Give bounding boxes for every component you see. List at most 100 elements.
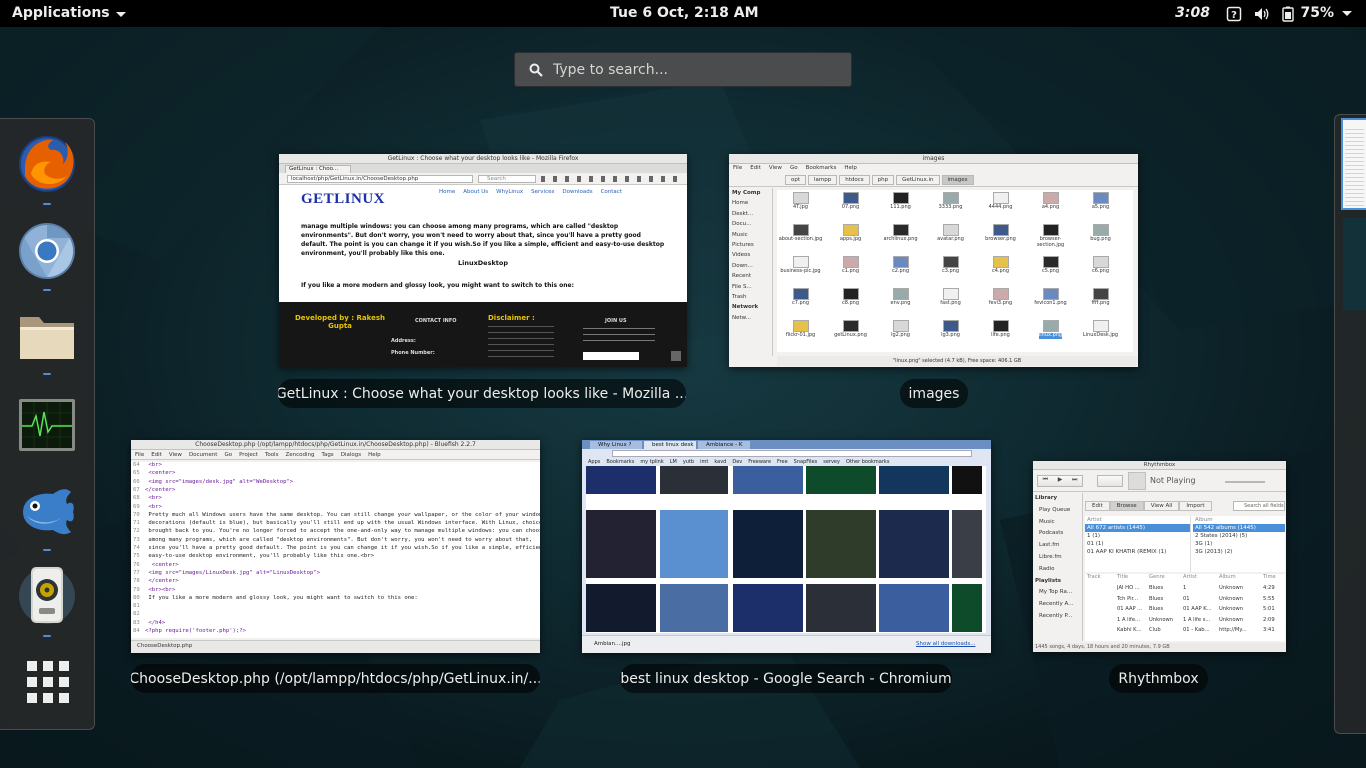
track-column-header[interactable]: Artist	[1183, 574, 1197, 580]
search-result-thumbnail[interactable]	[806, 584, 876, 632]
url-bar[interactable]: localhost/php/GetLinux.in/ChooseDesktop.…	[287, 175, 473, 183]
next-icon[interactable]: ⏭	[1067, 476, 1082, 486]
tab-view-all[interactable]: View All	[1143, 501, 1180, 511]
track-cell[interactable]: Kabhi K...	[1117, 627, 1142, 633]
path-segment[interactable]: htdocs	[839, 175, 870, 185]
sidebar-item[interactable]: Deskt...	[732, 209, 772, 219]
file-item[interactable]: browser.png	[977, 222, 1024, 254]
search-result-thumbnail[interactable]	[952, 510, 982, 578]
track-column-header[interactable]: Track	[1087, 574, 1101, 580]
file-item[interactable]: 07.png	[827, 190, 874, 222]
album-pane[interactable]: Album All 542 albums (1445) 2 States (20…	[1193, 516, 1285, 572]
file-item[interactable]: 3333.png	[927, 190, 974, 222]
search-input[interactable]	[553, 59, 843, 81]
artist-row[interactable]: 01 AAP KI KHATIR (REMIX (1)	[1085, 548, 1190, 556]
search-result-thumbnail[interactable]	[879, 466, 949, 494]
window-caption-rhythmbox[interactable]: Rhythmbox	[1109, 664, 1208, 693]
path-segment[interactable]: opt	[785, 175, 807, 185]
menu-item[interactable]: File	[135, 450, 144, 459]
track-cell[interactable]: Unknown	[1219, 596, 1243, 602]
repeat-shuffle-controls[interactable]	[1097, 475, 1123, 487]
search-result-thumbnail[interactable]	[586, 510, 656, 578]
window-caption-bluefish[interactable]: ChooseDesktop.php (/opt/lampp/htdocs/php…	[131, 664, 540, 693]
file-item[interactable]: c2.png	[877, 254, 924, 286]
sidebar-item[interactable]: File S...	[732, 282, 772, 292]
play-icon[interactable]: ▶	[1053, 476, 1068, 486]
sidebar-item[interactable]: Music	[732, 230, 772, 240]
search-result-thumbnail[interactable]	[806, 466, 876, 494]
file-item[interactable]: flickr-01.jpg	[777, 318, 824, 350]
sidebar-item[interactable]: Music	[1035, 517, 1082, 529]
sidebar-item[interactable]: Down...	[732, 261, 772, 271]
track-cell[interactable]: Tch Pir...	[1117, 596, 1138, 602]
browser-search-field[interactable]: Search	[478, 175, 536, 183]
search-result-thumbnail[interactable]	[586, 466, 656, 494]
menu-item[interactable]: Dialogs	[341, 450, 361, 459]
track-cell[interactable]: Blues	[1149, 596, 1163, 602]
sidebar-item[interactable]: Home	[732, 198, 772, 208]
bookmark-item[interactable]: yutb	[683, 458, 694, 466]
file-item[interactable]: fast.png	[927, 286, 974, 318]
path-segment[interactable]: php	[871, 175, 895, 185]
menu-item[interactable]: Zencoding	[285, 450, 314, 459]
window-caption-firefox[interactable]: GetLinux : Choose what your desktop look…	[278, 379, 686, 408]
search-result-thumbnail[interactable]	[733, 466, 803, 494]
file-item[interactable]: c7.png	[777, 286, 824, 318]
bookmark-item[interactable]: Bookmarks	[606, 458, 634, 466]
file-item[interactable]: lg2.png	[877, 318, 924, 350]
menu-item[interactable]: Go	[790, 164, 798, 173]
site-nav-item[interactable]: Home	[439, 189, 455, 195]
search-result-thumbnail[interactable]	[733, 510, 803, 578]
file-item[interactable]: c1.png	[827, 254, 874, 286]
file-item[interactable]: business-pic.jpg	[777, 254, 824, 286]
window-caption-chromium[interactable]: best linux desktop - Google Search - Chr…	[620, 664, 952, 693]
browser-tab[interactable]: GetLinux : Choo...	[285, 165, 351, 173]
file-item[interactable]: getLinux.png	[827, 318, 874, 350]
dash-system-monitor[interactable]	[14, 392, 80, 458]
bookmark-item[interactable]: my tplink	[640, 458, 663, 466]
bookmark-item[interactable]: LM	[670, 458, 677, 466]
previous-icon[interactable]: ⏮	[1038, 476, 1053, 486]
menu-item[interactable]: Go	[224, 450, 232, 459]
window-rhythmbox[interactable]: Rhythmbox ⏮ ▶ ⏭ Not Playing Library Play…	[1033, 461, 1286, 652]
track-column-header[interactable]: Genre	[1149, 574, 1165, 580]
clock[interactable]: Tue 6 Oct, 2:18 AM	[610, 5, 759, 21]
bookmark-item[interactable]: imt	[700, 458, 708, 466]
tab-import[interactable]: Import	[1179, 501, 1212, 511]
track-cell[interactable]: Club	[1149, 627, 1161, 633]
seek-bar[interactable]	[1225, 481, 1265, 483]
track-cell[interactable]: 1 A life...	[1117, 617, 1140, 623]
site-nav-item[interactable]: Contact	[601, 189, 622, 195]
sidebar-item[interactable]: Trash	[732, 292, 772, 302]
artist-row[interactable]: 1 (1)	[1085, 532, 1190, 540]
sidebar-item[interactable]: My Top Ra...	[1035, 587, 1082, 599]
show-all-downloads-link[interactable]: Show all downloads...	[916, 641, 975, 647]
menu-item[interactable]: View	[769, 164, 782, 173]
artist-row[interactable]: 01 (1)	[1085, 540, 1190, 548]
toolbar-icons[interactable]	[541, 176, 681, 182]
file-item[interactable]: c6.png	[1077, 254, 1124, 286]
search-result-thumbnail[interactable]	[952, 466, 982, 494]
album-row[interactable]: 3G (1)	[1193, 540, 1285, 548]
track-column-header[interactable]: Album	[1219, 574, 1236, 580]
file-item[interactable]: avatar.png	[927, 222, 974, 254]
file-item[interactable]: about-section.jpg	[777, 222, 824, 254]
track-cell[interactable]: Blues	[1149, 585, 1163, 591]
file-item[interactable]: 4T.jpg	[777, 190, 824, 222]
track-cell[interactable]: Unknown	[1219, 585, 1243, 591]
browser-tab[interactable]: Why Linux ?	[590, 441, 642, 449]
dash-rhythmbox[interactable]	[14, 562, 80, 628]
help-icon[interactable]: ?	[1226, 6, 1242, 22]
window-firefox[interactable]: GetLinux : Choose what your desktop look…	[279, 154, 687, 367]
menu-item[interactable]: Edit	[151, 450, 162, 459]
menu-item[interactable]: Edit	[750, 164, 761, 173]
track-cell[interactable]: Unknown	[1219, 617, 1243, 623]
path-segment[interactable]: GetLinux.in	[896, 175, 940, 185]
track-cell[interactable]: 01 AAP K...	[1183, 606, 1212, 612]
file-item[interactable]: ffff.png	[1077, 286, 1124, 318]
track-cell[interactable]: 5:01	[1263, 606, 1275, 612]
browser-tab[interactable]: Ambiance - K	[698, 441, 750, 449]
bookmark-item[interactable]: Free	[777, 458, 788, 466]
show-applications-button[interactable]	[27, 661, 69, 703]
bookmark-item[interactable]: Other bookmarks	[846, 458, 889, 466]
